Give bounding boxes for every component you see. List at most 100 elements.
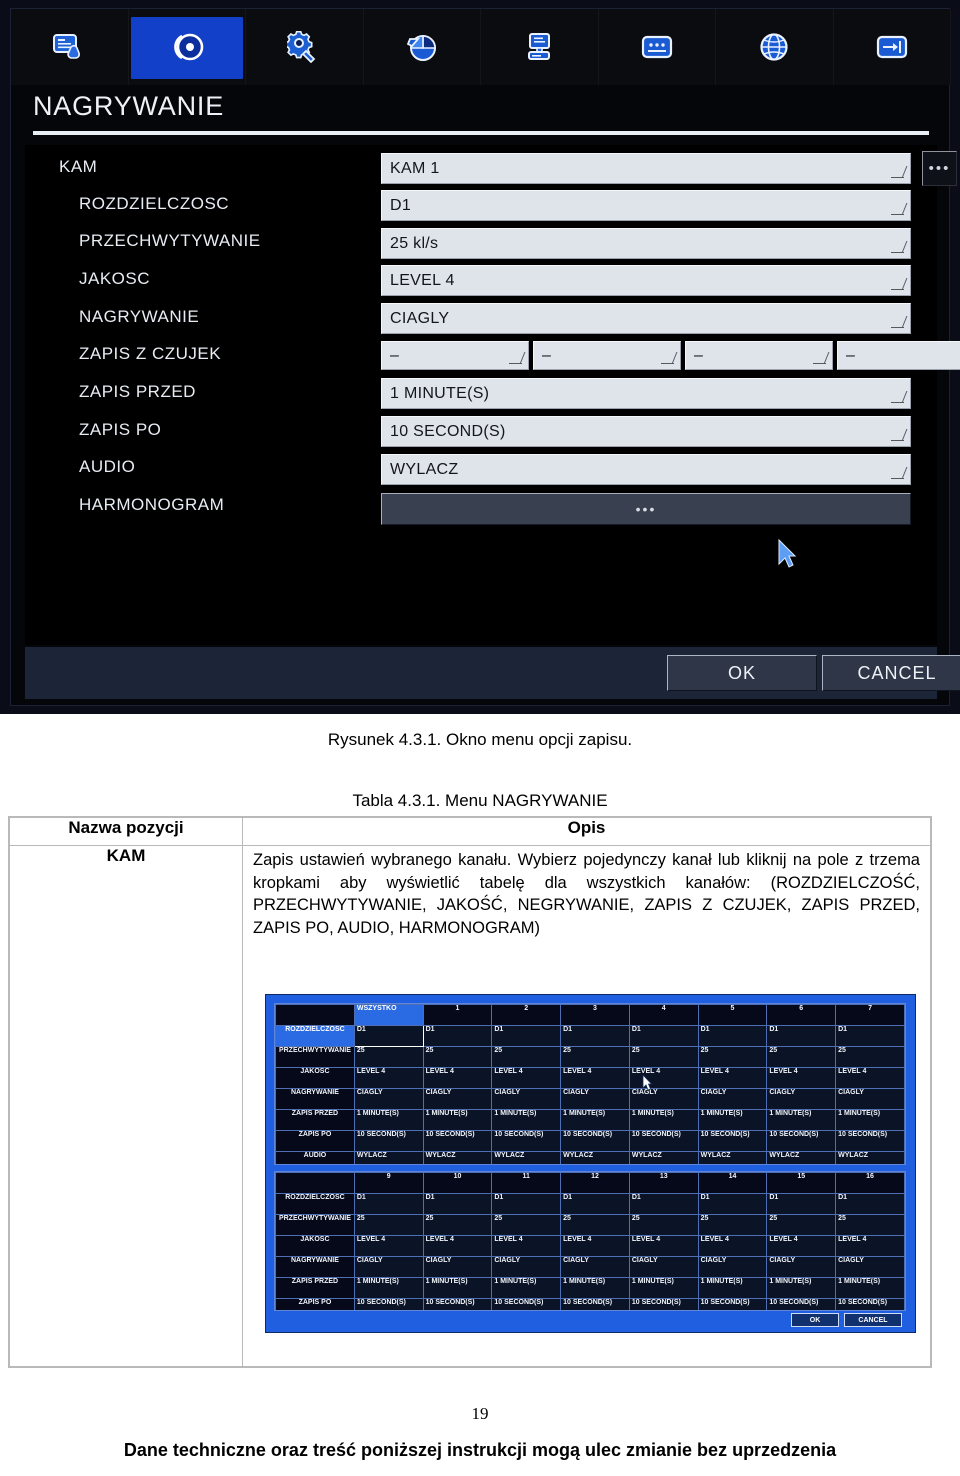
field-nagrywanie[interactable]: CIAGLY [381,303,911,334]
grid-cell-all-przechwytywanie[interactable]: 25 [353,1046,424,1068]
grid-cell[interactable]: 25 [491,1214,562,1236]
grid-cell[interactable]: CIAGLY [766,1256,837,1278]
toolbar-item-live-view[interactable] [11,9,129,85]
grid-cell[interactable]: CIAGLY [422,1088,493,1110]
grid-cell[interactable]: D1 [491,1025,562,1047]
field-zapis-z-czujek-2[interactable]: – [533,341,681,370]
grid-cell[interactable]: D1 [628,1025,699,1047]
field-zapis-z-czujek-3[interactable]: – [685,341,833,370]
field-zapis-z-czujek-1[interactable]: – [381,341,529,370]
embedded-cancel-button[interactable]: CANCEL [844,1313,902,1327]
grid-col-10[interactable]: 10 [422,1172,493,1194]
grid-col-all[interactable]: WSZYSTKO [353,1004,424,1026]
grid-cell[interactable]: 1 MINUTE(S) [766,1277,837,1299]
grid-cell[interactable]: WYLACZ [491,1151,562,1164]
grid-cell[interactable]: 25 [491,1046,562,1068]
grid-cell[interactable]: 1 MINUTE(S) [353,1277,424,1299]
grid-cell-all-nagrywanie[interactable]: CIAGLY [353,1088,424,1110]
grid-cell[interactable]: 1 MINUTE(S) [491,1109,562,1131]
grid-col-13[interactable]: 13 [628,1172,699,1194]
grid-cell[interactable]: LEVEL 4 [766,1067,837,1089]
grid-col-5[interactable]: 5 [697,1004,768,1026]
grid-cell[interactable]: LEVEL 4 [422,1235,493,1257]
grid-rowlabel-rozdzielczosc[interactable]: ROZDZIELCZOSC [275,1025,355,1047]
grid-cell[interactable]: CIAGLY [353,1256,424,1278]
grid-rowlabel-przechwytywanie[interactable]: PRZECHWYTYWANIE [275,1214,355,1236]
grid-cell[interactable]: LEVEL 4 [422,1067,493,1089]
grid-col-7[interactable]: 7 [835,1004,905,1026]
grid-cell[interactable]: CIAGLY [491,1256,562,1278]
grid-cell[interactable]: CIAGLY [697,1256,768,1278]
grid-cell[interactable]: 25 [835,1046,905,1068]
grid-cell[interactable]: LEVEL 4 [835,1235,905,1257]
grid-cell[interactable]: 10 SECOND(S) [422,1130,493,1152]
grid-cell[interactable]: 10 SECOND(S) [422,1298,493,1310]
grid-cell[interactable]: D1 [766,1193,837,1215]
grid-cell[interactable]: CIAGLY [560,1088,630,1110]
grid-cell[interactable]: LEVEL 4 [835,1067,905,1089]
grid-cell[interactable]: LEVEL 4 [697,1235,768,1257]
grid-cell[interactable]: WYLACZ [766,1151,837,1164]
grid-cell[interactable]: 1 MINUTE(S) [697,1109,768,1131]
grid-cell-all-jakosc[interactable]: LEVEL 4 [353,1067,424,1089]
grid-col-1[interactable]: 1 [422,1004,493,1026]
field-rozdzielczosc[interactable]: D1 [381,190,911,221]
kam-more-button[interactable]: ••• [922,151,957,186]
grid-cell[interactable]: WYLACZ [560,1151,630,1164]
grid-cell[interactable]: 1 MINUTE(S) [422,1277,493,1299]
toolbar-item-display[interactable] [599,9,716,85]
grid-cell[interactable]: 1 MINUTE(S) [835,1109,905,1131]
field-audio[interactable]: WYLACZ [381,454,911,485]
toolbar-item-backup[interactable] [834,9,951,85]
grid-rowlabel-przechwytywanie[interactable]: PRZECHWYTYWANIE [275,1046,355,1068]
toolbar-item-system[interactable] [481,9,599,85]
grid-cell[interactable]: D1 [835,1193,905,1215]
grid-rowlabel-audio[interactable]: AUDIO [275,1151,355,1164]
grid-cell[interactable]: 10 SECOND(S) [628,1298,699,1310]
grid-cell[interactable]: D1 [422,1025,493,1047]
grid-cell[interactable]: 10 SECOND(S) [560,1130,630,1152]
embedded-ok-button[interactable]: OK [791,1313,839,1327]
grid-cell[interactable]: 1 MINUTE(S) [560,1109,630,1131]
grid-cell[interactable]: 25 [766,1214,837,1236]
grid-cell[interactable]: LEVEL 4 [560,1235,630,1257]
grid-cell[interactable]: LEVEL 4 [560,1067,630,1089]
grid-rowlabel-jakosc[interactable]: JAKOSC [275,1235,355,1257]
grid-cell[interactable]: LEVEL 4 [628,1235,699,1257]
grid-rowlabel-zapis-po[interactable]: ZAPIS PO [275,1298,355,1310]
grid-cell[interactable]: 10 SECOND(S) [353,1298,424,1310]
grid-cell[interactable]: CIAGLY [560,1256,630,1278]
grid-cell[interactable]: 25 [697,1214,768,1236]
grid-cell[interactable]: 25 [353,1214,424,1236]
field-kam[interactable]: KAM 1 [381,153,911,184]
grid-rowlabel-zapis-po[interactable]: ZAPIS PO [275,1130,355,1152]
grid-cell[interactable]: 25 [422,1046,493,1068]
grid-col-6[interactable]: 6 [766,1004,837,1026]
grid-cell[interactable]: LEVEL 4 [766,1235,837,1257]
grid-cell[interactable]: CIAGLY [835,1088,905,1110]
grid-cell[interactable]: WYLACZ [697,1151,768,1164]
cancel-button[interactable]: CANCEL [822,655,960,691]
grid-cell[interactable]: 1 MINUTE(S) [766,1109,837,1131]
grid-cell[interactable]: 25 [422,1214,493,1236]
grid-rowlabel-zapis-przed[interactable]: ZAPIS PRZED [275,1109,355,1131]
grid-cell[interactable]: 10 SECOND(S) [835,1130,905,1152]
field-zapis-z-czujek-4[interactable]: – [837,341,960,370]
grid-cell[interactable]: WYLACZ [835,1151,905,1164]
grid-cell[interactable]: CIAGLY [835,1256,905,1278]
grid-cell[interactable]: D1 [353,1193,424,1215]
grid-cell[interactable]: 10 SECOND(S) [697,1298,768,1310]
grid-cell[interactable]: LEVEL 4 [353,1235,424,1257]
grid-cell[interactable]: D1 [766,1025,837,1047]
grid-cell[interactable]: 1 MINUTE(S) [560,1277,630,1299]
grid-cell[interactable]: CIAGLY [697,1088,768,1110]
grid-col-4[interactable]: 4 [628,1004,699,1026]
grid-rowlabel-rozdzielczosc[interactable]: ROZDZIELCZOSC [275,1193,355,1215]
grid-cell[interactable]: CIAGLY [422,1256,493,1278]
grid-rowlabel-jakosc[interactable]: JAKOSC [275,1067,355,1089]
grid-cell[interactable]: 10 SECOND(S) [835,1298,905,1310]
grid-rowlabel-nagrywanie[interactable]: NAGRYWANIE [275,1088,355,1110]
grid-rowlabel-zapis-przed[interactable]: ZAPIS PRZED [275,1277,355,1299]
grid-cell-all-rozdzielczosc[interactable]: D1 [353,1025,424,1047]
grid-col-15[interactable]: 15 [766,1172,837,1194]
